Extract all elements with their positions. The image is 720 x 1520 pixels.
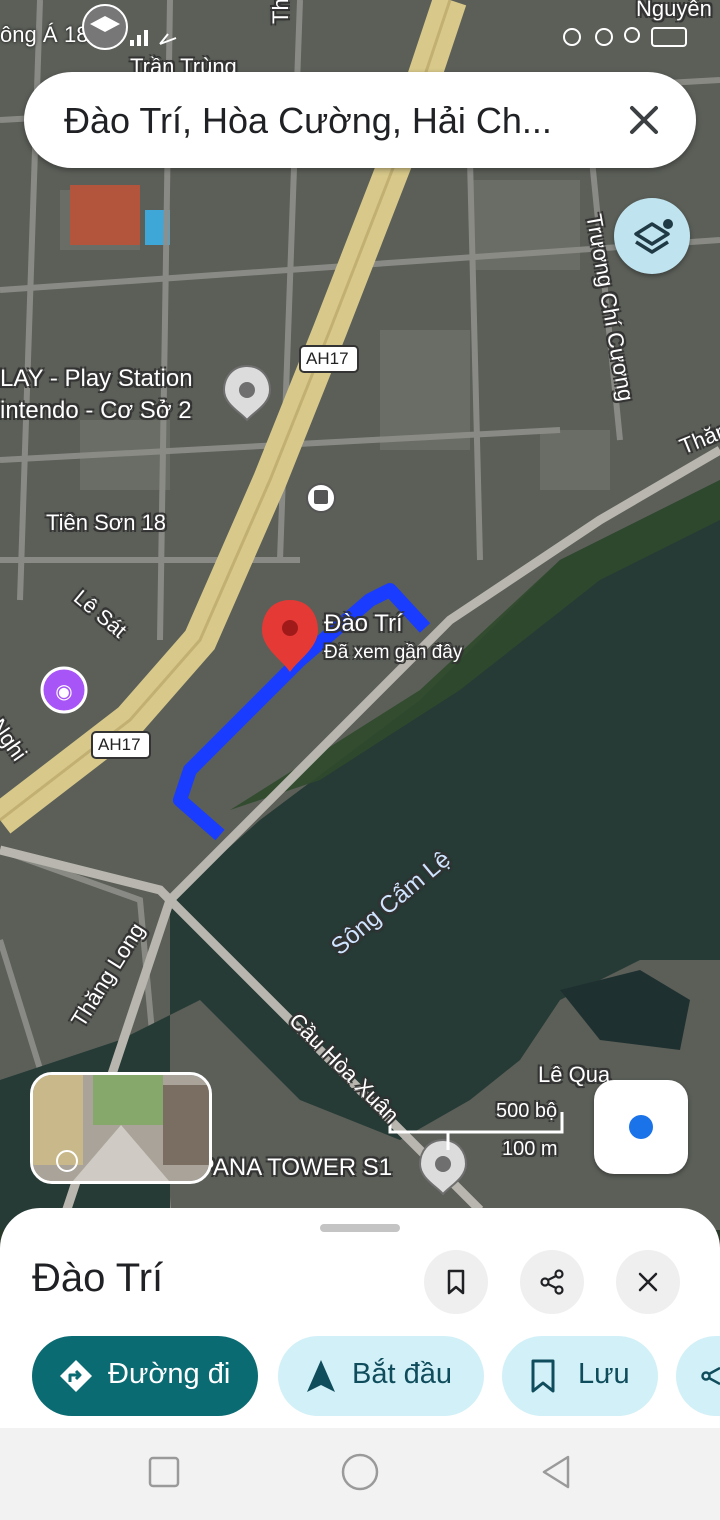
close-icon[interactable] (622, 98, 666, 142)
status-bar: ông Á 18:42 (0, 0, 720, 60)
close-icon (638, 1272, 658, 1292)
directions-button[interactable]: Đường đi (32, 1336, 258, 1416)
share-button[interactable] (520, 1250, 584, 1314)
share-icon (540, 1269, 564, 1295)
signal-wifi-icon (130, 30, 177, 46)
my-location-button[interactable] (594, 1080, 688, 1174)
system-nav-bar (0, 1428, 720, 1520)
place-bottom-sheet[interactable]: Đào Trí Đường đi Bắt đầu Lưu (0, 1208, 720, 1428)
save-label: Lưu (578, 1358, 630, 1390)
directions-icon (60, 1360, 92, 1392)
education-icon (82, 4, 128, 50)
status-icons (563, 27, 687, 47)
share-chip-button[interactable] (676, 1336, 720, 1416)
map-label-street: Lê Qua (538, 1062, 611, 1087)
status-carrier: ông Á (0, 22, 58, 47)
map-label-poi[interactable]: intendo - Cơ Sở 2 (0, 397, 192, 425)
highway-shield-label: AH17 (98, 735, 141, 754)
place-title: Đào Trí (32, 1256, 164, 1300)
search-query-text[interactable]: Đào Trí, Hòa Cường, Hải Ch... (64, 100, 604, 142)
search-bar[interactable]: Đào Trí, Hòa Cường, Hải Ch... (24, 72, 696, 168)
scale-feet-label: 500 bộ (496, 1100, 558, 1122)
navigation-arrow-icon (307, 1360, 335, 1392)
recents-icon[interactable] (148, 1456, 180, 1488)
directions-label: Đường đi (108, 1358, 231, 1390)
map-label-poi[interactable]: LAY - Play Station (0, 365, 193, 393)
street-view-thumbnail[interactable] (30, 1072, 212, 1184)
svg-text:◉: ◉ (55, 679, 72, 703)
back-icon[interactable] (538, 1454, 574, 1490)
layers-button[interactable] (614, 198, 690, 274)
start-label: Bắt đầu (352, 1358, 452, 1390)
my-location-icon (629, 1115, 653, 1139)
save-chip-button[interactable]: Lưu (502, 1336, 658, 1416)
bookmark-icon (447, 1269, 465, 1295)
scale-meters-label: 100 m (502, 1138, 558, 1160)
share-icon (701, 1366, 720, 1386)
pin-title-label[interactable]: Đào Trí (324, 610, 403, 638)
pin-subtitle-label: Đã xem gần đây (324, 642, 463, 663)
highway-shield-label: AH17 (306, 349, 349, 368)
layers-icon (634, 219, 673, 254)
map-label-street: Tiên Sơn 18 (46, 510, 167, 535)
map-view[interactable]: ◉ AH17 AH17 Nguyên Trần Trùng Thân Trươn… (0, 0, 720, 1230)
street-view-image (33, 1075, 209, 1181)
save-place-button[interactable] (424, 1250, 488, 1314)
home-icon[interactable] (340, 1452, 380, 1492)
bookmark-icon (531, 1359, 555, 1393)
sheet-drag-handle[interactable] (320, 1224, 400, 1232)
close-sheet-button[interactable] (616, 1250, 680, 1314)
start-navigation-button[interactable]: Bắt đầu (278, 1336, 484, 1416)
